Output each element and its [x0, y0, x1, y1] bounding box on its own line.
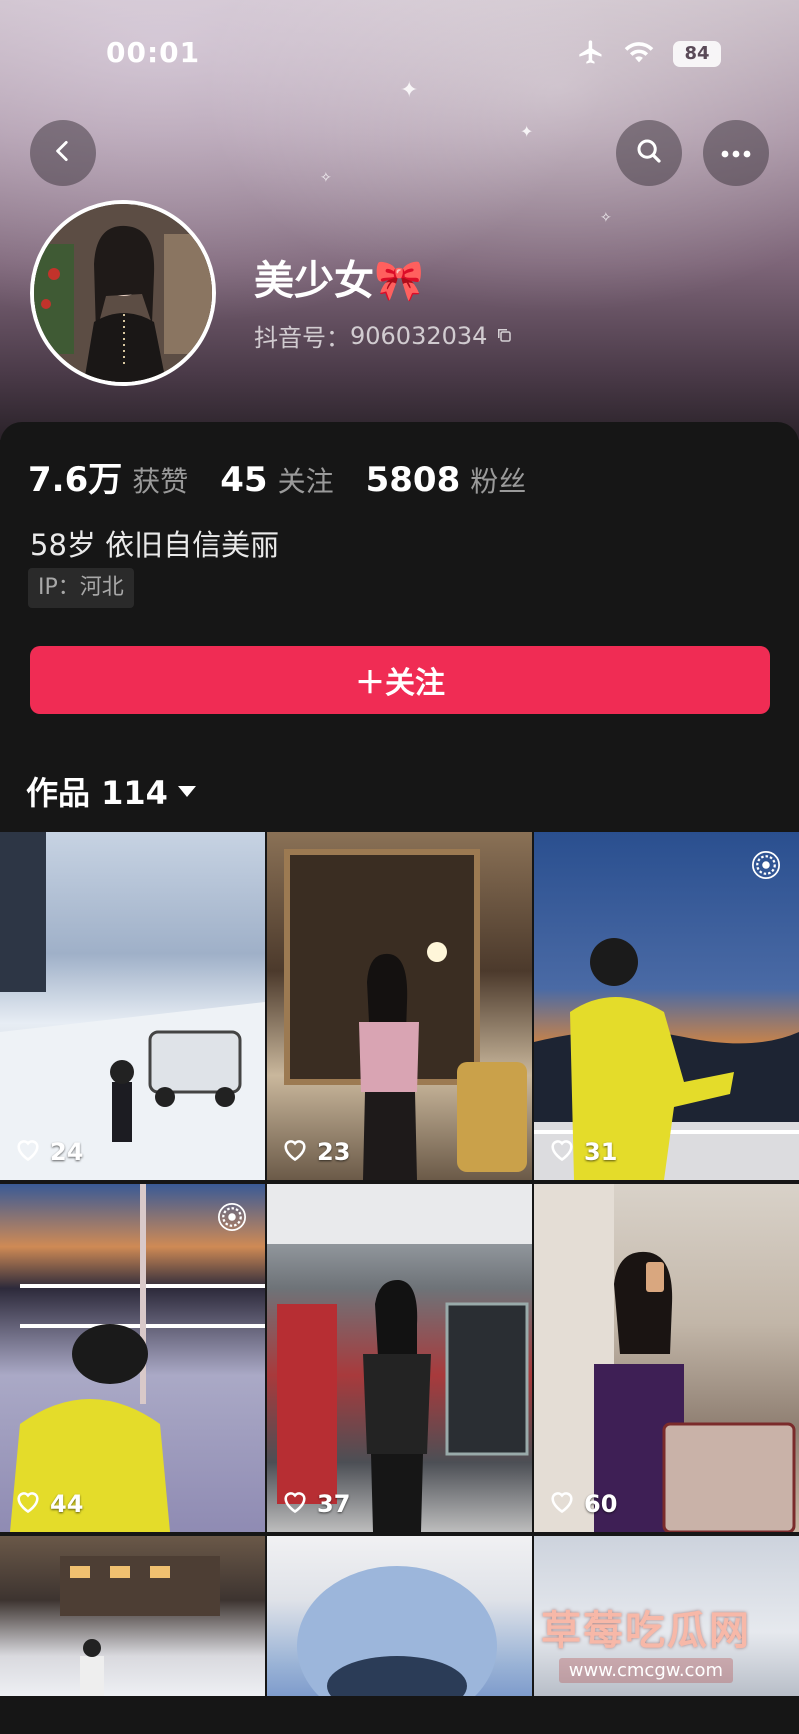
like-count-value: 44	[50, 1490, 84, 1518]
sparkle-decoration: ✧	[600, 210, 612, 226]
thumbnail-art	[10, 1184, 265, 1532]
like-count: 44	[14, 1488, 83, 1520]
like-count: 23	[281, 1136, 350, 1168]
heart-icon	[14, 1136, 42, 1168]
sparkle-decoration: ✧	[320, 170, 332, 186]
video-thumbnail[interactable]: 23	[267, 832, 532, 1180]
more-icon	[720, 144, 752, 163]
followers-label: 粉丝	[470, 465, 527, 498]
thumbnail-art	[534, 938, 799, 1180]
site-watermark: 草莓吃瓜网 www.cmcgw.com	[471, 1590, 781, 1700]
live-icon	[217, 1202, 247, 1236]
like-count-value: 23	[317, 1138, 351, 1166]
live-icon	[751, 850, 781, 884]
thumbnail-art	[284, 849, 527, 1180]
following-stat[interactable]: 45 关注	[220, 460, 333, 500]
status-bar: 00:01 84	[0, 36, 799, 76]
douyin-id-row[interactable]: 抖音号： 906032034	[254, 318, 513, 353]
video-thumbnail[interactable]: 60	[534, 1184, 799, 1532]
like-count: 37	[281, 1488, 350, 1520]
thumbnail-art	[60, 1556, 220, 1696]
avatar[interactable]	[30, 200, 216, 386]
status-time: 00:01	[106, 36, 201, 69]
followers-count: 5808	[365, 460, 461, 500]
heart-icon	[14, 1488, 42, 1520]
caret-down-icon	[177, 785, 196, 797]
airplane-icon	[577, 38, 605, 70]
heart-icon	[281, 1136, 309, 1168]
like-count-value: 24	[50, 1138, 84, 1166]
works-tab-label: 作品 114	[26, 774, 168, 812]
bow-emoji: 🎀	[374, 258, 424, 304]
search-icon	[634, 136, 664, 170]
copy-icon[interactable]	[495, 322, 513, 350]
heart-icon	[548, 1488, 576, 1520]
profile-nickname: 美少女🎀	[254, 248, 424, 306]
like-count: 31	[548, 1136, 617, 1168]
profile-info-panel: 7.6万 获赞 45 关注 5808 粉丝 58岁 依旧自信美丽 IP：河北 ＋…	[0, 422, 799, 832]
profile-bio: 58岁 依旧自信美丽	[30, 528, 280, 562]
more-button[interactable]	[703, 120, 769, 186]
video-grid: 24 23 31 44 37 60	[0, 832, 799, 1696]
like-count-value: 31	[584, 1138, 618, 1166]
following-label: 关注	[277, 465, 334, 498]
video-thumbnail[interactable]	[0, 1536, 265, 1696]
video-thumbnail[interactable]: 37	[267, 1184, 532, 1532]
nickname-text: 美少女	[254, 258, 374, 304]
sparkle-decoration: ✦	[400, 78, 419, 103]
watermark-url: www.cmcgw.com	[558, 1658, 733, 1683]
video-thumbnail[interactable]: 24	[0, 832, 265, 1180]
heart-icon	[548, 1136, 576, 1168]
thumbnail-art	[267, 1184, 532, 1532]
like-count-value: 60	[584, 1490, 618, 1518]
video-thumbnail[interactable]: 31	[534, 832, 799, 1180]
sparkle-decoration: ✦	[520, 122, 534, 141]
following-count: 45	[220, 460, 268, 500]
ip-location-tag: IP：河北	[28, 568, 134, 608]
like-count: 24	[14, 1136, 83, 1168]
thumbnail-art	[534, 1184, 796, 1532]
likes-stat[interactable]: 7.6万 获赞	[28, 452, 188, 501]
video-thumbnail[interactable]: 44	[0, 1184, 265, 1532]
search-button[interactable]	[616, 120, 682, 186]
thumbnail-art	[0, 832, 265, 1180]
watermark-title: 草莓吃瓜网	[541, 1608, 751, 1654]
tab-works[interactable]: 作品 114	[26, 768, 196, 814]
douyin-id-value: 906032034	[350, 321, 488, 350]
douyin-id-label: 抖音号：	[254, 324, 350, 352]
heart-icon	[281, 1488, 309, 1520]
likes-label: 获赞	[132, 465, 189, 498]
like-count: 60	[548, 1488, 617, 1520]
follow-button[interactable]: ＋关注	[30, 646, 770, 714]
like-count-value: 37	[317, 1490, 351, 1518]
followers-stat[interactable]: 5808 粉丝	[366, 460, 527, 500]
back-button[interactable]	[30, 120, 96, 186]
back-icon	[50, 138, 76, 168]
battery-indicator: 84	[673, 41, 721, 67]
stats-row: 7.6万 获赞 45 关注 5808 粉丝	[28, 452, 558, 501]
likes-count: 7.6万	[28, 460, 123, 500]
wifi-icon	[623, 39, 655, 69]
